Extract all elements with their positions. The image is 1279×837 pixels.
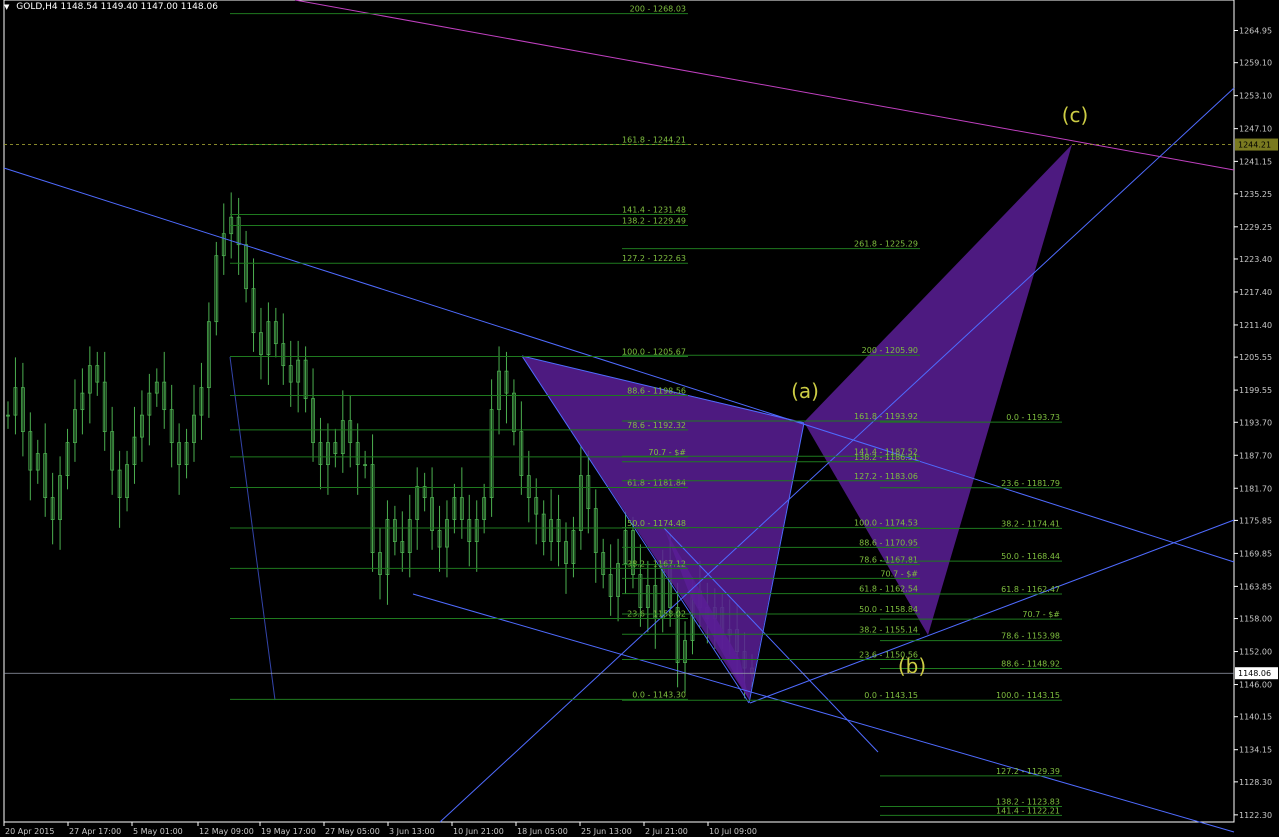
current-price-text: 1148.06 — [1238, 669, 1271, 678]
x-tick-label: 10 Jun 21:00 — [453, 827, 504, 836]
fib-level-label: 78.6 - 1153.98 — [1001, 632, 1060, 641]
x-tick-label: 27 May 05:00 — [325, 827, 380, 836]
y-tick-label: 1229.25 — [1239, 223, 1272, 232]
fib-level-label: 138.2 - 1123.83 — [996, 797, 1060, 806]
x-tick-label: 18 Jun 05:00 — [517, 827, 568, 836]
fib-level-label: 100.0 - 1174.53 — [854, 519, 918, 528]
y-tick-label: 1205.55 — [1239, 353, 1272, 362]
y-tick-label: 1175.85 — [1239, 516, 1272, 525]
y-tick-label: 1259.10 — [1239, 59, 1272, 68]
y-tick-label: 1241.15 — [1239, 157, 1272, 166]
y-tick-label: 1223.40 — [1239, 255, 1272, 264]
x-tick-label: 2 Jul 21:00 — [645, 827, 688, 836]
fib-level-label: 78.6 - 1192.32 — [627, 421, 686, 430]
fib-level-label: 61.8 - 1162.54 — [859, 585, 918, 594]
y-tick-label: 1235.25 — [1239, 190, 1272, 199]
fib-level-label: 50.0 - 1158.84 — [859, 605, 918, 614]
y-tick-label: 1199.55 — [1239, 386, 1272, 395]
y-tick-label: 1140.15 — [1239, 713, 1272, 722]
fib-level-label: 141.4 - 1231.48 — [622, 206, 686, 215]
y-tick-label: 1217.40 — [1239, 288, 1272, 297]
y-tick-label: 1211.40 — [1239, 321, 1272, 330]
fib-level-label: 50.0 - 1168.44 — [1001, 552, 1060, 561]
y-tick-label: 1181.70 — [1239, 484, 1272, 493]
fib-level-label: 127.2 - 1129.39 — [996, 767, 1060, 776]
y-tick-label: 1253.10 — [1239, 92, 1272, 101]
fib-level-label: 70.7 - $# — [880, 569, 918, 578]
fib-level-label: 200 - 1205.90 — [862, 346, 918, 355]
y-tick-label: 1122.30 — [1239, 811, 1272, 820]
x-tick-label: 20 Apr 2015 — [5, 827, 54, 836]
rising-line-1 — [439, 87, 1235, 823]
fib-level-label: 88.6 - 1170.95 — [859, 538, 918, 547]
fib-level-label: 0.0 - 1143.30 — [632, 690, 686, 699]
y-tick-label: 1247.10 — [1239, 125, 1272, 134]
fib-level-label: 88.6 - 1148.92 — [1001, 659, 1060, 668]
fib-level-label: 50.0 - 1174.48 — [627, 519, 686, 528]
y-tick-label: 1134.15 — [1239, 746, 1272, 755]
price-chart[interactable]: 200 - 1268.03 161.8 - 1244.21 141.4 - 1231… — [0, 0, 1279, 837]
x-tick-label: 12 May 09:00 — [199, 827, 254, 836]
x-tick-label: 19 May 17:00 — [261, 827, 316, 836]
point-label: (c) — [1062, 103, 1089, 127]
x-tick-label: 10 Jul 09:00 — [709, 827, 757, 836]
fib-level-label: 0.0 - 1193.73 — [1006, 413, 1060, 422]
fib-level-label: 127.2 - 1183.06 — [854, 472, 918, 481]
y-tick-label: 1264.95 — [1239, 27, 1272, 36]
fib-level-label: 100.0 - 1143.15 — [996, 691, 1060, 700]
point-label: (a) — [791, 379, 819, 403]
y-tick-label: 1146.00 — [1239, 681, 1272, 690]
y-tick-label: 1152.00 — [1239, 648, 1272, 657]
fib-level-label: 70.7 - $# — [1022, 610, 1060, 619]
fib-level-label: 38.2 - 1167.12 — [627, 559, 686, 568]
y-tick-label: 1128.30 — [1239, 778, 1272, 787]
y-tick-label: 1169.85 — [1239, 549, 1272, 558]
fib-level-label: 161.8 - 1244.21 — [622, 136, 686, 145]
fib-level-label: 138.2 - 1229.49 — [622, 216, 686, 225]
y-tick-label: 1187.70 — [1239, 451, 1272, 460]
fib-level-label: 70.7 - $# — [648, 448, 686, 457]
fib-level-label: 38.2 - 1155.14 — [859, 625, 918, 634]
fib-level-label: 200 - 1268.03 — [630, 5, 686, 14]
x-tick-label: 27 Apr 17:00 — [69, 827, 121, 836]
fib-level-label: 261.8 - 1225.29 — [854, 240, 918, 249]
target-price-text: 1244.21 — [1238, 141, 1271, 150]
channel-lower-line — [412, 593, 1235, 833]
fib-level-label: 23.6 - 1181.79 — [1001, 479, 1060, 488]
fib-level-label: 78.6 - 1167.81 — [859, 556, 918, 565]
fib-level-label: 61.8 - 1162.47 — [1001, 585, 1060, 594]
y-tick-label: 1193.70 — [1239, 418, 1272, 427]
x-tick-label: 25 Jun 13:00 — [581, 827, 632, 836]
x-tick-label: 3 Jun 13:00 — [389, 827, 435, 836]
point-label: (b) — [898, 654, 926, 678]
fib-level-label: 38.2 - 1174.41 — [1001, 519, 1060, 528]
fib-level-label: 88.6 - 1198.56 — [627, 387, 686, 396]
y-tick-label: 1158.00 — [1239, 615, 1272, 624]
fib-level-label: 0.0 - 1143.15 — [864, 691, 918, 700]
fib-level-label: 61.8 - 1181.84 — [627, 478, 686, 487]
fib-level-label: 138.2 - 1186.51 — [854, 453, 918, 462]
fib-level-label: 127.2 - 1222.63 — [622, 254, 686, 263]
fib-level-label: 161.8 - 1193.92 — [854, 412, 918, 421]
fib-level-label: 141.4 - 1122.21 — [996, 806, 1060, 815]
x-tick-label: 5 May 01:00 — [133, 827, 183, 836]
y-tick-label: 1163.85 — [1239, 582, 1272, 591]
dotted-line — [229, 356, 276, 701]
